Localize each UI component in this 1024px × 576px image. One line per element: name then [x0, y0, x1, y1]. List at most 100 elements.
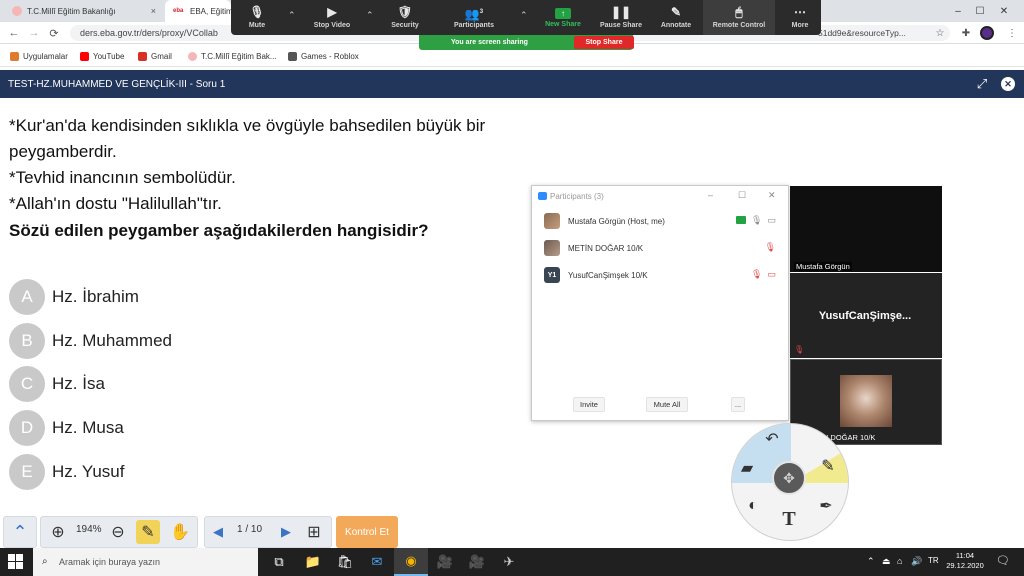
microphone-muted-icon: 🎙	[764, 242, 776, 252]
zoom-in-icon[interactable]: ⊕	[46, 520, 70, 544]
back-button[interactable]: ←	[6, 25, 22, 41]
panel-close-button[interactable]: ✕	[768, 190, 776, 201]
pause-share-button[interactable]: ❚❚ Pause Share	[596, 0, 646, 35]
option-d[interactable]: D Hz. Musa	[9, 410, 124, 446]
video-camera-icon: ▭	[767, 215, 776, 225]
eraser-icon[interactable]: ▰	[736, 457, 758, 479]
clock-time: 11:04	[955, 551, 975, 560]
undo-icon[interactable]: ↶	[761, 428, 783, 450]
bookmark-youtube[interactable]: YouTube	[80, 50, 124, 62]
participants-options-chevron-icon[interactable]: ⌃	[520, 10, 528, 21]
tab-eba[interactable]: eba EBA, Eğitim	[165, 0, 231, 22]
panel-minimize-button[interactable]: –	[708, 190, 713, 200]
collapse-chevron-icon[interactable]: ⌃	[8, 520, 32, 544]
kontrol-et-button[interactable]: Kontrol Et	[336, 516, 398, 548]
annotate-button[interactable]: ✎ Annotate	[654, 0, 698, 35]
remote-control-button[interactable]: 🖱 Remote Control	[703, 0, 775, 35]
chrome-icon[interactable]: ◉	[394, 548, 428, 576]
expand-icon[interactable]: ⤢	[974, 76, 990, 92]
close-window-button[interactable]: ✕	[982, 0, 1024, 22]
mute-options-chevron-icon[interactable]: ⌃	[288, 10, 296, 21]
pause-icon: ❚❚	[610, 5, 632, 19]
bookmark-star-icon[interactable]: ☆	[932, 25, 948, 41]
zoom-icon[interactable]: 🎥	[428, 548, 462, 576]
option-e[interactable]: E Hz. Yusuf	[9, 454, 124, 490]
participant-video-feed	[840, 375, 892, 427]
zoom-out-icon[interactable]: ⊖	[106, 520, 130, 544]
participant-row[interactable]: METİN DOĞAR 10/K 🎙	[544, 239, 780, 257]
bookmark-apps[interactable]: Uygulamalar	[10, 50, 68, 62]
tool-icon[interactable]: ✈	[492, 548, 526, 576]
participants-button[interactable]: 👥3 Participants	[444, 0, 504, 35]
shield-icon: 🛡	[397, 5, 413, 19]
option-b[interactable]: B Hz. Muhammed	[9, 323, 172, 359]
mute-all-button[interactable]: Mute All	[646, 397, 688, 412]
participant-status: 🎙	[765, 242, 776, 253]
bookmark-meb[interactable]: T.C.Millî Eğitim Bak...	[188, 50, 277, 62]
stop-video-button[interactable]: ▶ Stop Video	[304, 0, 360, 35]
highlighter-icon[interactable]: ✎	[817, 455, 839, 477]
reload-button[interactable]: ⟳	[46, 25, 62, 41]
tab-meb[interactable]: T.C.Millî Eğitim Bakanlığı ×	[4, 0, 164, 22]
store-icon[interactable]: 🛍	[328, 548, 362, 576]
mail-icon[interactable]: ✉	[360, 548, 394, 576]
next-page-icon[interactable]: ▶	[274, 520, 298, 544]
tray-chevron-icon[interactable]: ⌃	[867, 556, 875, 567]
option-letter: A	[9, 279, 45, 315]
windows-logo-icon	[16, 562, 23, 569]
add-page-icon[interactable]: ⊞	[302, 520, 326, 544]
participant-row[interactable]: Mustafa Görgün (Host, me) 🎙 ▭	[544, 212, 780, 230]
mouse-icon: 🖱	[735, 5, 743, 19]
participant-name: Mustafa Görgün (Host, me)	[568, 216, 665, 226]
video-tile-name: YusufCanŞimşe...	[818, 310, 912, 322]
taskbar-clock[interactable]: 11:04 29.12.2020	[944, 551, 986, 571]
extensions-icon[interactable]: ✚	[958, 25, 974, 41]
more-dots-icon: ⋯	[794, 5, 806, 19]
video-options-chevron-icon[interactable]: ⌃	[366, 10, 374, 21]
network-icon[interactable]: ⌂	[897, 556, 902, 566]
taskbar-search-input[interactable]: ⌕ Aramak için buraya yazın	[33, 548, 258, 576]
bookmark-roblox[interactable]: Games - Roblox	[288, 50, 359, 62]
option-letter: D	[9, 410, 45, 446]
prev-page-icon[interactable]: ◀	[206, 520, 230, 544]
close-test-button[interactable]: ✕	[1001, 77, 1015, 91]
move-handle-icon[interactable]: ✥	[772, 461, 806, 495]
panel-maximize-button[interactable]: ☐	[738, 190, 746, 201]
forward-button[interactable]: →	[26, 25, 42, 41]
more-options-button[interactable]: ...	[731, 397, 745, 412]
participant-row[interactable]: Y1 YusufCanŞimşek 10/K 🎙 ▭	[544, 266, 780, 284]
profile-avatar[interactable]	[980, 26, 994, 40]
pencil-tool-icon[interactable]: ✎	[136, 520, 160, 544]
video-tile-host[interactable]	[790, 186, 942, 272]
file-explorer-icon[interactable]: 📁	[296, 548, 330, 576]
spotlight-icon[interactable]: ◐	[742, 495, 764, 517]
menu-kebab-icon[interactable]: ⋮	[1004, 25, 1020, 41]
bookmark-gmail[interactable]: Gmail	[138, 50, 172, 62]
hand-tool-icon[interactable]: ✋	[168, 520, 192, 544]
people-icon: 👥	[464, 7, 480, 21]
option-c[interactable]: C Hz. İsa	[9, 366, 105, 402]
microphone-muted-icon: 🎙	[751, 269, 763, 279]
task-view-icon[interactable]: ⧉	[262, 548, 296, 576]
tab-close-icon[interactable]: ×	[151, 6, 156, 16]
volume-icon[interactable]: 🔊	[911, 556, 922, 567]
option-a[interactable]: A Hz. İbrahim	[9, 279, 139, 315]
windows-start-button[interactable]	[8, 554, 24, 570]
usb-icon[interactable]: ⏏	[882, 556, 891, 567]
participants-panel: Participants (3) – ☐ ✕ Mustafa Görgün (H…	[531, 185, 789, 421]
zoom-meeting-icon[interactable]: 🎥	[460, 548, 494, 576]
question-line: *Kur'an'da kendisinden sıklıkla ve övgüy…	[9, 116, 486, 135]
new-share-button[interactable]: ↑ New Share	[540, 0, 586, 35]
more-button[interactable]: ⋯ More	[782, 0, 818, 35]
language-indicator[interactable]: TR	[928, 556, 939, 565]
text-tool-icon[interactable]: T	[778, 508, 800, 530]
invite-button[interactable]: Invite	[573, 397, 605, 412]
option-text: Hz. Musa	[52, 418, 124, 437]
pen-icon[interactable]: ✒	[815, 495, 837, 517]
annotate-label: Annotate	[660, 22, 692, 29]
mute-button[interactable]: 🎙 Mute	[238, 0, 276, 35]
participant-name: METİN DOĞAR 10/K	[568, 243, 644, 253]
security-button[interactable]: 🛡 Security	[382, 0, 428, 35]
notifications-icon[interactable]: 🗨	[996, 554, 1010, 567]
stop-share-button[interactable]: Stop Share	[574, 36, 634, 49]
